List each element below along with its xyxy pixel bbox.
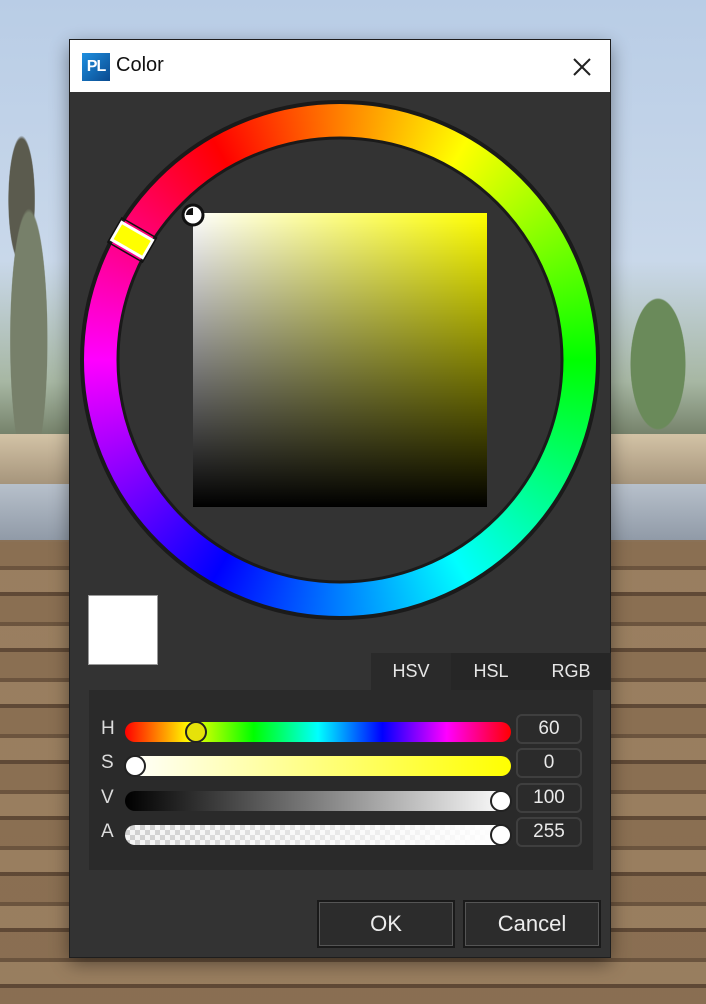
hue-slider-thumb[interactable] <box>185 721 207 743</box>
color-model-tabs: HSV HSL RGB <box>371 653 611 690</box>
title-bar[interactable]: PL Color <box>70 40 610 92</box>
selected-color-swatch <box>89 596 157 664</box>
hue-slider[interactable] <box>125 721 511 743</box>
value-slider[interactable] <box>125 790 512 812</box>
sv-cursor[interactable] <box>181 203 205 227</box>
tab-hsl[interactable]: HSL <box>451 653 531 690</box>
saturation-slider[interactable] <box>124 755 511 777</box>
channel-panel: H 60 S 0 V 100 A 255 <box>89 690 593 870</box>
channel-row-s: S 0 <box>89 748 593 780</box>
background-trees <box>0 40 72 440</box>
channel-label-s: S <box>101 752 114 773</box>
channel-label-h: H <box>101 718 115 739</box>
value-value-input[interactable]: 100 <box>516 783 582 813</box>
saturation-slider-thumb[interactable] <box>124 755 146 777</box>
channel-label-v: V <box>101 787 114 808</box>
alpha-slider[interactable] <box>125 824 512 846</box>
ok-button[interactable]: OK <box>317 900 455 948</box>
background-trees-right <box>610 250 706 440</box>
channel-row-h: H 60 <box>89 714 593 746</box>
color-wheel-picker[interactable] <box>80 100 600 620</box>
dialog-title: Color <box>116 54 164 76</box>
color-dialog: PL Color HSV HSL RGB H 60 S 0 V 100 A 25… <box>70 40 611 957</box>
cancel-button[interactable]: Cancel <box>463 900 601 948</box>
tab-rgb[interactable]: RGB <box>531 653 611 690</box>
tab-hsv[interactable]: HSV <box>371 653 451 690</box>
channel-label-a: A <box>101 821 114 842</box>
alpha-value-input[interactable]: 255 <box>516 817 582 847</box>
app-logo-icon: PL <box>82 53 110 81</box>
value-slider-thumb[interactable] <box>490 790 512 812</box>
hue-value-input[interactable]: 60 <box>516 714 582 744</box>
channel-row-a: A 255 <box>89 817 593 849</box>
close-icon <box>573 58 591 76</box>
close-button[interactable] <box>568 53 596 81</box>
channel-row-v: V 100 <box>89 783 593 815</box>
saturation-value-input[interactable]: 0 <box>516 748 582 778</box>
alpha-slider-thumb[interactable] <box>490 824 512 846</box>
